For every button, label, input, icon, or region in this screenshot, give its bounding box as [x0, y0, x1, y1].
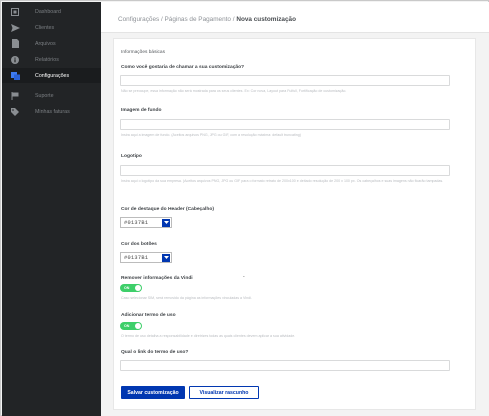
remove-vindi-help-text: Caso selecionar SIM, será removido da pá…: [121, 296, 252, 300]
sidebar-item-suporte[interactable]: Suporte: [2, 88, 101, 103]
sidebar-item-minhas-faturas[interactable]: Minhas faturas: [2, 104, 101, 119]
breadcrumb-current: Nova customização: [236, 16, 296, 23]
chevron-down-icon[interactable]: [162, 219, 170, 227]
breadcrumb: Configurações / Páginas de Pagamento / N…: [118, 16, 296, 23]
terms-link-label: Qual o link do termo de uso?: [121, 350, 189, 355]
customization-form: Informações básicas Como você gostaria d…: [113, 38, 476, 410]
background-image-help-text: Insira aqui a imagem de fundo. (Aceitos …: [121, 133, 301, 137]
save-customization-button[interactable]: Salvar customização: [121, 386, 185, 399]
name-label: Como você gostaria de chamar a sua custo…: [121, 65, 245, 70]
button-color-value: #0137B1: [124, 254, 149, 261]
remove-vindi-toggle[interactable]: ON: [120, 284, 142, 292]
flag-icon: [10, 91, 20, 101]
button-color-picker[interactable]: #0137B1: [120, 252, 172, 263]
logo-help-text: Insira aqui o logotipo da sua empresa. (…: [121, 179, 444, 183]
settings-icon: [10, 71, 20, 81]
terms-toggle[interactable]: ON: [120, 322, 142, 330]
dashboard-icon: [10, 7, 20, 17]
top-bar: Configurações / Páginas de Pagamento / N…: [101, 2, 489, 33]
toggle-state: ON: [124, 285, 130, 290]
chevron-down-icon[interactable]: [162, 254, 170, 262]
header-color-picker[interactable]: #0137B1: [120, 217, 172, 228]
sidebar-item-label: Dashboard: [35, 8, 61, 15]
breadcrumb-paginas-pagamento[interactable]: Páginas de Pagamento: [165, 16, 231, 23]
sidebar-item-clientes[interactable]: Clientes: [2, 20, 101, 35]
sidebar-item-label: Suporte: [35, 92, 54, 99]
section-title: Informações básicas: [121, 50, 165, 55]
sidebar-item-label: Clientes: [35, 24, 55, 31]
logo-label: Logotipo: [121, 154, 142, 159]
sidebar-item-label: Minhas faturas: [35, 108, 70, 115]
toggle-knob: [135, 285, 141, 291]
terms-link-input[interactable]: [120, 360, 450, 371]
sidebar-item-label: Relatórios: [35, 56, 59, 63]
sidebar: Dashboard Clientes Arquivos Relatórios C…: [2, 2, 101, 416]
sidebar-item-configuracoes[interactable]: Configurações: [2, 68, 101, 83]
background-image-label: Imagem de fundo: [121, 108, 162, 113]
sidebar-item-dashboard[interactable]: Dashboard: [2, 4, 101, 19]
header-color-value: #0137B1: [124, 219, 149, 226]
header-color-label: Cor de destaque do Header (Cabeçalho): [121, 207, 214, 212]
terms-help-text: O termo de uso detalha a responsabilidad…: [121, 334, 296, 338]
breadcrumb-configuracoes[interactable]: Configurações: [118, 16, 159, 23]
button-color-label: Cor dos botões: [121, 242, 157, 247]
send-icon: [10, 23, 20, 33]
sidebar-item-label: Arquivos: [35, 40, 56, 47]
sidebar-item-label: Configurações: [35, 72, 70, 79]
name-input[interactable]: [120, 75, 450, 86]
info-icon: [10, 55, 20, 65]
logo-input[interactable]: [120, 165, 450, 176]
dash-mark: -: [243, 274, 245, 280]
file-icon: [10, 39, 20, 49]
tag-icon: [10, 107, 20, 117]
sidebar-item-arquivos[interactable]: Arquivos: [2, 36, 101, 51]
toggle-knob: [135, 323, 141, 329]
preview-draft-button[interactable]: Visualizar rascunho: [189, 386, 259, 399]
terms-label: Adicionar termo de uso: [121, 313, 176, 318]
remove-vindi-label: Remover informações da Vindi: [121, 276, 193, 281]
background-image-input[interactable]: [120, 119, 450, 130]
toggle-state: ON: [124, 323, 130, 328]
name-help-text: Não se preocupe, essa informação não ser…: [121, 89, 347, 93]
main-content: Configurações / Páginas de Pagamento / N…: [101, 2, 489, 416]
sidebar-item-relatorios[interactable]: Relatórios: [2, 52, 101, 67]
app-window: Dashboard Clientes Arquivos Relatórios C…: [0, 0, 489, 416]
